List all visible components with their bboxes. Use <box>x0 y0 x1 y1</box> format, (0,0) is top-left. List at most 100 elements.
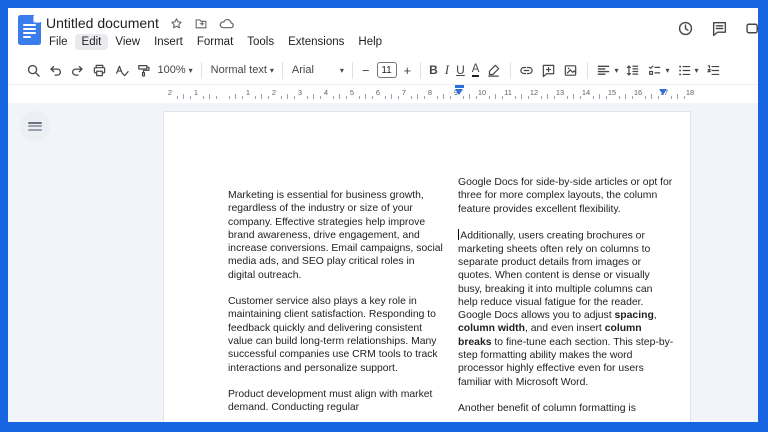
ruler-tick <box>255 96 256 99</box>
star-icon[interactable] <box>170 17 183 30</box>
docs-logo-icon[interactable] <box>18 15 41 45</box>
ruler-number: 8 <box>428 88 432 97</box>
chevron-down-icon: ▾ <box>614 66 618 75</box>
ruler-number: 2 <box>168 88 172 97</box>
zoom-select[interactable]: 100% ▾ <box>158 64 193 76</box>
ruler-tick <box>580 96 581 99</box>
move-folder-icon[interactable] <box>194 17 208 30</box>
insert-link-icon[interactable] <box>519 63 534 78</box>
menu-item-edit[interactable]: Edit <box>75 34 109 50</box>
ruler[interactable]: 21123456789101112131415161718 <box>8 85 758 103</box>
ruler-tick <box>294 96 295 99</box>
undo-icon[interactable] <box>48 63 63 78</box>
menu-item-view[interactable]: View <box>108 34 147 50</box>
redo-icon[interactable] <box>70 63 85 78</box>
ruler-tick <box>391 94 392 99</box>
ruler-tick <box>437 96 438 99</box>
ruler-tick <box>229 96 230 99</box>
version-history-icon[interactable] <box>677 20 694 37</box>
line-spacing-icon[interactable] <box>625 63 640 78</box>
ruler-tick <box>541 96 542 99</box>
cloud-saved-icon[interactable] <box>219 17 234 30</box>
ruler-tick <box>333 96 334 99</box>
paragraph-style-select[interactable]: Normal text ▾ <box>211 64 274 76</box>
insert-image-icon[interactable] <box>563 63 578 78</box>
ruler-tick <box>365 94 366 99</box>
ruler-number: 10 <box>478 88 486 97</box>
doc-paragraph[interactable]: Customer service also plays a key role i… <box>228 295 444 375</box>
toolbar-divider <box>352 62 353 79</box>
menu-item-format[interactable]: Format <box>190 34 240 50</box>
menu-item-help[interactable]: Help <box>351 34 389 50</box>
menu-item-tools[interactable]: Tools <box>240 34 281 50</box>
toolbar-divider <box>201 62 202 79</box>
ruler-tick <box>651 94 652 99</box>
menu-item-file[interactable]: File <box>42 34 75 50</box>
text-color-button[interactable]: A <box>472 64 480 77</box>
ruler-number: 4 <box>324 88 328 97</box>
doc-paragraph[interactable]: Marketing is essential for business grow… <box>228 189 444 282</box>
document-title[interactable]: Untitled document <box>46 15 159 31</box>
search-menus-icon[interactable] <box>26 63 41 78</box>
ruler-number: 6 <box>376 88 380 97</box>
first-line-indent-marker[interactable] <box>455 85 464 88</box>
paint-format-icon[interactable] <box>136 63 151 78</box>
ruler-tick <box>372 96 373 99</box>
spellcheck-icon[interactable] <box>114 63 129 78</box>
doc-column-right: Google Docs for side-by-side articles or… <box>458 176 674 428</box>
ruler-tick <box>398 96 399 99</box>
font-size-input[interactable]: 11 <box>377 62 397 78</box>
ruler-tick <box>632 96 633 99</box>
chevron-down-icon: ▾ <box>189 66 193 75</box>
doc-paragraph[interactable]: Product development must align with mark… <box>228 388 444 415</box>
add-comment-icon[interactable] <box>541 63 556 78</box>
ruler-tick <box>573 94 574 99</box>
highlight-color-button[interactable] <box>486 63 501 78</box>
text-run: Another benefit of column formatting is <box>458 403 636 414</box>
chevron-down-icon: ▾ <box>340 66 344 75</box>
ruler-tick <box>424 96 425 99</box>
document-page[interactable]: Marketing is essential for business grow… <box>163 111 691 432</box>
numbered-list-select[interactable] <box>706 63 721 78</box>
menu-item-insert[interactable]: Insert <box>147 34 190 50</box>
text-run: , and even insert <box>525 323 605 334</box>
paragraph-style-value: Normal text <box>211 64 267 76</box>
underline-button[interactable]: U <box>456 63 465 77</box>
doc-paragraph[interactable]: Additionally, users creating brochures o… <box>458 229 674 389</box>
doc-column-left: Marketing is essential for business grow… <box>228 189 444 427</box>
decrease-font-size-button[interactable]: − <box>362 63 370 78</box>
increase-font-size-button[interactable]: + <box>404 63 412 78</box>
bold-button[interactable]: B <box>429 63 438 77</box>
ruler-tick <box>547 94 548 99</box>
bulleted-list-select[interactable]: ▾ <box>677 63 699 78</box>
ruler-tick <box>671 96 672 99</box>
ruler-tick <box>359 96 360 99</box>
ruler-tick <box>346 96 347 99</box>
bold-text-run: spacing <box>615 310 654 321</box>
outline-icon <box>28 120 42 132</box>
font-family-select[interactable]: Arial ▾ <box>292 64 344 76</box>
document-tabs-button[interactable] <box>20 111 50 141</box>
ruler-tick <box>599 94 600 99</box>
italic-button[interactable]: I <box>445 62 449 78</box>
bold-text-run: column width <box>458 323 525 334</box>
print-icon[interactable] <box>92 63 107 78</box>
chevron-down-icon: ▾ <box>270 66 274 75</box>
ruler-number: 7 <box>402 88 406 97</box>
ruler-tick <box>190 96 191 99</box>
doc-paragraph[interactable]: Google Docs for side-by-side articles or… <box>458 176 674 216</box>
comments-icon[interactable] <box>711 20 728 37</box>
checklist-select[interactable]: ▾ <box>647 63 669 78</box>
doc-paragraph[interactable]: Another benefit of column formatting is <box>458 402 674 415</box>
toolbar-divider <box>510 62 511 79</box>
toolbar-divider <box>587 62 588 79</box>
ruler-tick <box>216 96 217 99</box>
menu-item-extensions[interactable]: Extensions <box>281 34 351 50</box>
ruler-number: 13 <box>556 88 564 97</box>
align-left-select[interactable]: ▾ <box>596 63 618 78</box>
ruler-tick <box>502 96 503 99</box>
meet-video-icon[interactable] <box>745 20 764 37</box>
header-right-icons <box>677 20 764 37</box>
ruler-tick <box>242 96 243 99</box>
indent-triangle-icon <box>455 89 463 95</box>
